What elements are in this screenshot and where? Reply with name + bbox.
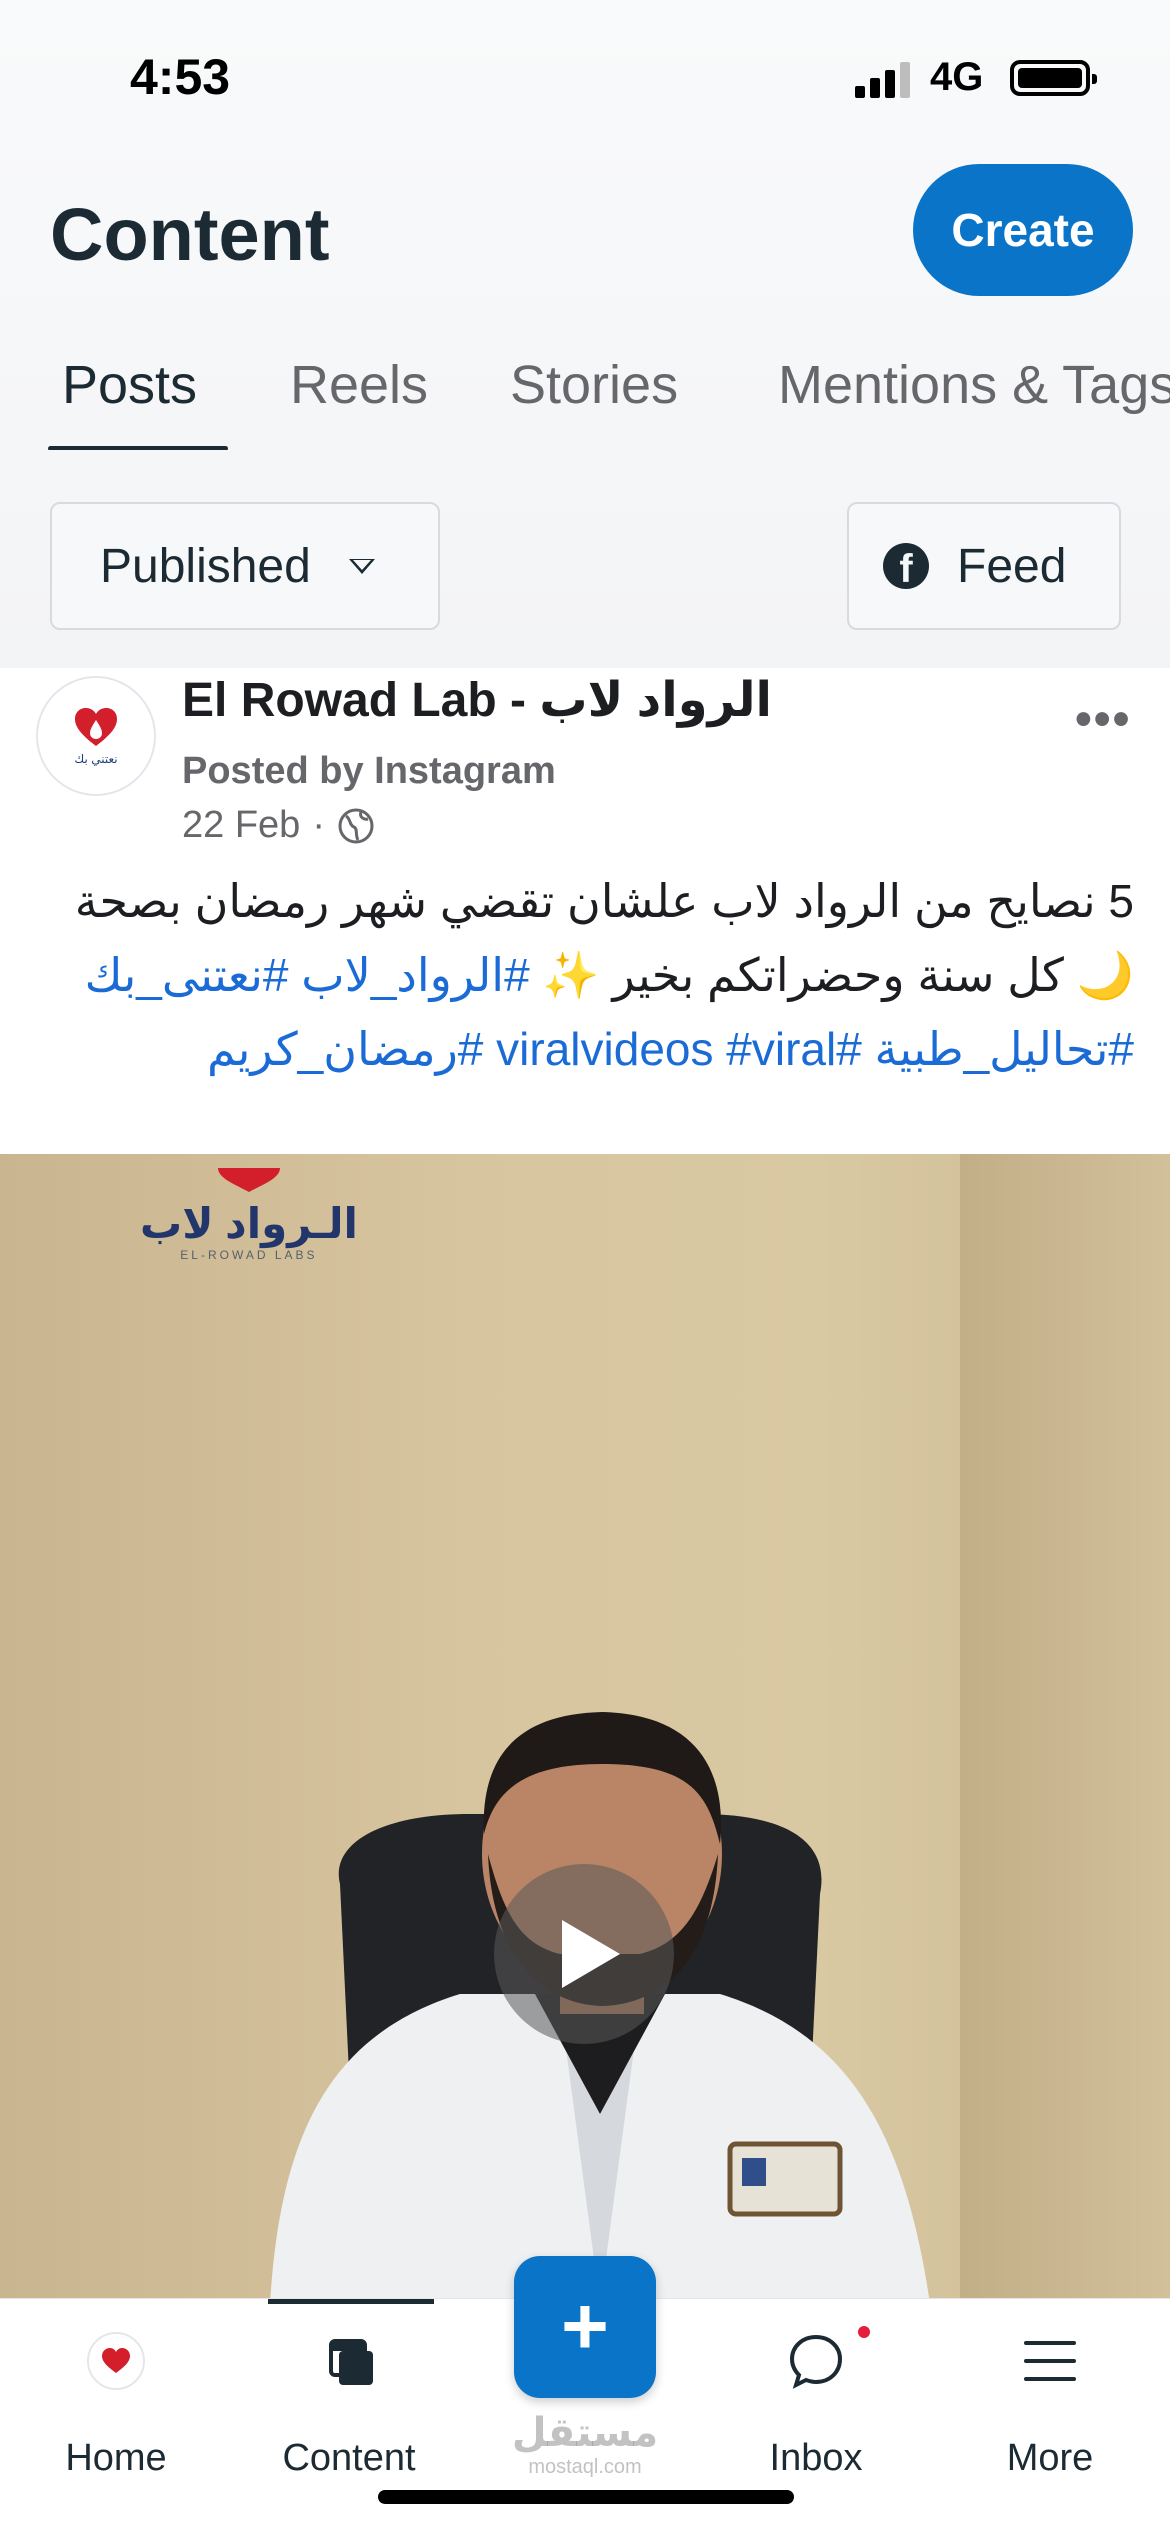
page-avatar-icon xyxy=(87,2332,145,2390)
chat-bubble-icon xyxy=(789,2334,843,2389)
post-meta: 22 Feb · xyxy=(182,804,375,847)
nav-more-label: More xyxy=(1006,2437,1094,2479)
doctor-figure-image xyxy=(270,1712,930,2304)
tab-stories[interactable]: Stories xyxy=(510,354,678,416)
status-filter-dropdown[interactable]: Published xyxy=(50,502,440,630)
status-time: 4:53 xyxy=(130,49,231,105)
menu-icon xyxy=(1024,2341,1076,2381)
page-title: Content xyxy=(50,193,330,276)
status-bar: 4:53 4G xyxy=(0,0,1170,150)
watermark-arabic: مستقل xyxy=(511,2411,659,2455)
post-page-name[interactable]: El Rowad Lab - الرواد لاب xyxy=(182,672,772,728)
create-post-fab[interactable]: + xyxy=(514,2256,656,2398)
home-indicator[interactable] xyxy=(378,2490,794,2504)
facebook-icon: f xyxy=(883,543,929,589)
globe-icon xyxy=(338,808,374,843)
create-button[interactable]: Create xyxy=(913,164,1133,296)
battery-icon xyxy=(1010,60,1097,96)
tab-posts[interactable]: Posts xyxy=(62,354,197,416)
post-card: نعتني بك El Rowad Lab - الرواد لاب Poste… xyxy=(0,668,1170,2532)
header-area: 4:53 4G Content Create Posts Reels Stori… xyxy=(0,0,1170,668)
content-icon xyxy=(329,2339,373,2385)
post-source: Posted by Instagram xyxy=(182,750,556,792)
network-type: 4G xyxy=(930,55,984,99)
watermark-latin: mostaql.com xyxy=(528,2456,642,2478)
tab-mentions-tags[interactable]: Mentions & Tags xyxy=(778,354,1170,416)
watermark: مستقل mostaql.com xyxy=(510,2410,660,2479)
play-button[interactable] xyxy=(494,1864,674,2044)
signal-icon xyxy=(855,58,913,98)
content-tabs: Posts Reels Stories Mentions & Tags xyxy=(0,340,1170,450)
feed-filter-button[interactable]: f Feed xyxy=(847,502,1121,630)
post-options-icon[interactable]: ••• xyxy=(1075,692,1131,747)
heart-logo-icon xyxy=(75,708,117,746)
nav-inbox-label: Inbox xyxy=(769,2437,863,2479)
post-date: 22 Feb xyxy=(182,804,301,846)
page-avatar[interactable]: نعتني بك xyxy=(36,676,156,796)
nav-home-label: Home xyxy=(65,2437,167,2479)
notification-dot xyxy=(858,2326,870,2338)
active-nav-indicator xyxy=(268,2299,434,2304)
status-filter-label: Published xyxy=(100,539,311,593)
feed-filter-label: Feed xyxy=(957,539,1067,593)
post-video[interactable]: الـرواد لاب EL-ROWAD LABS xyxy=(0,1154,1170,2304)
active-tab-indicator xyxy=(48,446,228,450)
tab-reels[interactable]: Reels xyxy=(290,354,428,416)
meta-separator: · xyxy=(312,804,325,846)
nav-content-label: Content xyxy=(282,2437,416,2479)
chevron-down-icon xyxy=(348,558,375,574)
post-caption: 5 نصايح من الرواد لاب علشان تقضي شهر رمض… xyxy=(40,864,1134,1086)
avatar-tagline: نعتني بك xyxy=(74,752,118,766)
